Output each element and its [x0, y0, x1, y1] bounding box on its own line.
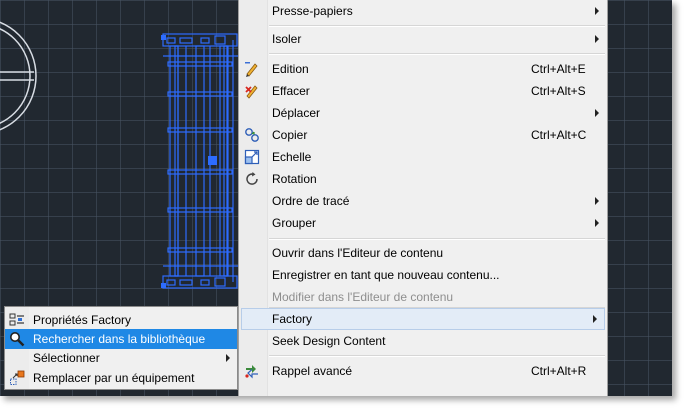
menu-separator — [269, 25, 605, 27]
submenu-arrow-icon — [595, 197, 599, 205]
menu-item-presse-papiers[interactable]: Presse-papiers — [239, 0, 607, 22]
submenu-item-proprietes-factory[interactable]: Propriétés Factory — [5, 310, 237, 330]
menu-item-label: Seek Design Content — [272, 334, 386, 348]
menu-separator — [269, 238, 605, 240]
submenu-arrow-icon — [595, 35, 599, 43]
menu-item-echelle[interactable]: Echelle — [239, 146, 607, 168]
submenu-arrow-icon — [595, 219, 599, 227]
menu-item-label: Déplacer — [272, 106, 321, 120]
selection-grips — [161, 35, 217, 288]
properties-icon — [9, 313, 24, 326]
menu-item-rappel-avance[interactable]: Rappel avancé Ctrl+Alt+R — [239, 360, 607, 382]
menu-item-edition[interactable]: Edition Ctrl+Alt+E — [239, 58, 607, 80]
submenu-item-remplacer-equipement[interactable]: Remplacer par un équipement — [5, 368, 237, 388]
submenu-item-label: Sélectionner — [33, 351, 100, 365]
menu-item-label: Effacer — [272, 84, 310, 98]
menu-item-label: Enregistrer en tant que nouveau contenu.… — [272, 268, 500, 282]
menu-item-shortcut: Ctrl+Alt+E — [531, 62, 586, 76]
menu-item-grouper[interactable]: Grouper — [239, 212, 607, 234]
menu-item-enregistrer-nouveau-contenu[interactable]: Enregistrer en tant que nouveau contenu.… — [239, 264, 607, 286]
edit-pencil-icon — [245, 62, 258, 77]
submenu-item-label: Propriétés Factory — [33, 313, 132, 327]
menu-item-label: Echelle — [272, 150, 312, 164]
selected-rack-object — [162, 33, 240, 289]
replace-equipment-icon — [10, 370, 25, 385]
menu-item-label: Copier — [272, 128, 308, 142]
menu-item-label: Ordre de tracé — [272, 194, 350, 208]
menu-item-shortcut: Ctrl+Alt+R — [531, 364, 587, 378]
menu-item-ouvrir-editeur[interactable]: Ouvrir dans l'Editeur de contenu — [239, 242, 607, 264]
menu-item-label: Factory — [272, 312, 313, 326]
menu-item-isoler[interactable]: Isoler — [239, 28, 607, 50]
menu-item-shortcut: Ctrl+Alt+S — [531, 84, 586, 98]
submenu-item-rechercher-bibliotheque[interactable]: Rechercher dans la bibliothèque — [5, 329, 237, 349]
menu-item-label: Rotation — [272, 172, 317, 186]
rotate-icon — [246, 172, 258, 185]
menu-item-rotation[interactable]: Rotation — [239, 168, 607, 190]
menu-item-label: Rappel avancé — [272, 364, 353, 378]
menu-separator — [269, 355, 605, 357]
menu-item-modifier-editeur: Modifier dans l'Editeur de contenu — [239, 286, 607, 308]
menu-item-label: Presse-papiers — [272, 4, 353, 18]
circle-object — [0, 21, 37, 131]
context-menu: Presse-papiers Isoler Edition Ctrl+Alt+E… — [238, 0, 608, 396]
menu-item-factory[interactable]: Factory — [241, 308, 605, 330]
scale-icon — [244, 149, 260, 165]
search-icon — [10, 332, 25, 347]
copy-icon — [245, 128, 259, 142]
submenu-item-label: Remplacer par un équipement — [33, 371, 195, 385]
advanced-recall-icon — [245, 365, 258, 379]
menu-item-shortcut: Ctrl+Alt+C — [531, 128, 587, 142]
menu-item-label: Edition — [272, 62, 309, 76]
erase-icon — [245, 85, 258, 99]
menu-item-copier[interactable]: Copier Ctrl+Alt+C — [239, 124, 607, 146]
submenu-arrow-icon — [593, 315, 597, 323]
submenu-arrow-icon — [595, 7, 599, 15]
menu-item-label: Grouper — [272, 216, 317, 230]
menu-item-label: Ouvrir dans l'Editeur de contenu — [272, 246, 444, 260]
factory-submenu: Propriétés Factory Rechercher dans la bi… — [4, 306, 238, 390]
menu-item-seek-design-content[interactable]: Seek Design Content — [239, 330, 607, 352]
menu-item-effacer[interactable]: Effacer Ctrl+Alt+S — [239, 80, 607, 102]
submenu-item-selectionner[interactable]: Sélectionner — [5, 348, 237, 368]
menu-item-label: Isoler — [272, 32, 302, 46]
menu-item-label: Modifier dans l'Editeur de contenu — [272, 290, 454, 304]
submenu-arrow-icon — [595, 109, 599, 117]
menu-item-deplacer[interactable]: Déplacer — [239, 102, 607, 124]
menu-separator — [269, 53, 605, 55]
menu-item-ordre-de-trace[interactable]: Ordre de tracé — [239, 190, 607, 212]
submenu-arrow-icon — [226, 354, 230, 362]
submenu-item-label: Rechercher dans la bibliothèque — [33, 332, 206, 346]
